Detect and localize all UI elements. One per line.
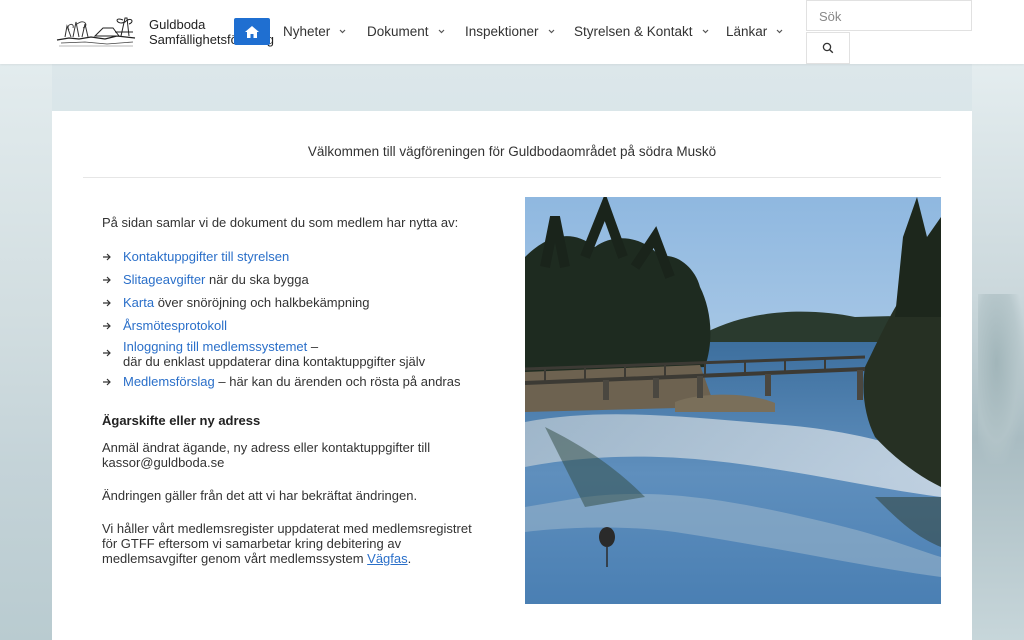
link-slitageavgifter[interactable]: Slitageavgifter — [123, 272, 205, 287]
ownership-paragraph-2: Ändringen gäller från det att vi har bek… — [102, 488, 418, 503]
chevron-down-icon — [776, 29, 783, 34]
arrow-right-icon — [103, 349, 111, 357]
nav-label: Nyheter — [283, 24, 331, 39]
ownership-paragraph-1: Anmäl ändrat ägande, ny adress eller kon… — [102, 440, 431, 470]
background-scenery-right — [972, 64, 1024, 640]
search-placeholder: Sök — [819, 9, 842, 24]
chevron-down-icon — [548, 29, 554, 34]
nav-item-inspektioner[interactable]: Inspektioner — [465, 24, 556, 39]
background-scenery-left — [0, 64, 52, 640]
search-icon — [822, 42, 834, 54]
intro-text: På sidan samlar vi de dokument du som me… — [102, 215, 459, 230]
content-card: Välkommen till vägföreningen för Guldbod… — [52, 111, 972, 640]
chevron-down-icon — [702, 29, 708, 34]
chevron-down-icon — [339, 29, 346, 34]
search-button[interactable] — [806, 32, 850, 64]
nav-label: Inspektioner — [465, 24, 539, 39]
nav-label: Länkar — [726, 24, 768, 39]
logo-sketch[interactable] — [55, 12, 137, 52]
lake-bridge-photo — [525, 197, 941, 604]
nav-item-dokument[interactable]: Dokument — [367, 24, 446, 39]
home-icon — [245, 25, 259, 38]
link-vagfas[interactable]: Vägfas — [367, 551, 407, 566]
arrow-right-icon — [103, 322, 111, 330]
nav-item-styrelsen-kontakt[interactable]: Styrelsen & Kontakt — [574, 24, 710, 39]
arrow-right-icon — [103, 253, 111, 261]
link-suffix: – här kan du ärenden och rösta på andras — [214, 374, 461, 389]
arrow-right-icon — [103, 378, 111, 386]
nav-label: Styrelsen & Kontakt — [574, 24, 693, 39]
chevron-down-icon — [438, 29, 444, 34]
nav-item-nyheter[interactable]: Nyheter — [283, 24, 347, 39]
nav-item-lankar[interactable]: Länkar — [726, 24, 784, 39]
link-kontaktuppgifter[interactable]: Kontaktuppgifter till styrelsen — [123, 249, 289, 264]
paragraph-text: Vi håller vårt medlemsregister uppdatera… — [102, 521, 472, 566]
ownership-paragraph-3: Vi håller vårt medlemsregister uppdatera… — [102, 521, 482, 566]
link-inloggning[interactable]: Inloggning till medlemssystemet — [123, 339, 307, 354]
section-heading-ownership: Ägarskifte eller ny adress — [102, 413, 261, 428]
link-suffix: – — [307, 339, 319, 354]
link-suffix: över snöröjning och halkbekämpning — [154, 295, 370, 310]
link-karta[interactable]: Karta — [123, 295, 154, 310]
home-button[interactable] — [234, 18, 270, 45]
page-title: Välkommen till vägföreningen för Guldbod… — [307, 144, 717, 159]
link-medlemsforslag[interactable]: Medlemsförslag — [123, 374, 215, 389]
link-suffix: när du ska bygga — [205, 272, 309, 287]
site-header: Guldboda Samfällighetsförening Nyheter D… — [0, 0, 1024, 64]
link-description: där du enklast uppdaterar dina kontaktup… — [123, 354, 426, 369]
nav-label: Dokument — [367, 24, 429, 39]
paragraph-end: . — [407, 551, 412, 566]
link-arsmotesprotokoll[interactable]: Årsmötesprotokoll — [123, 318, 227, 333]
search-input[interactable]: Sök — [806, 0, 972, 31]
arrow-right-icon — [103, 299, 111, 307]
title-divider — [83, 177, 941, 178]
arrow-right-icon — [103, 276, 111, 284]
background-tree — [978, 294, 1024, 464]
